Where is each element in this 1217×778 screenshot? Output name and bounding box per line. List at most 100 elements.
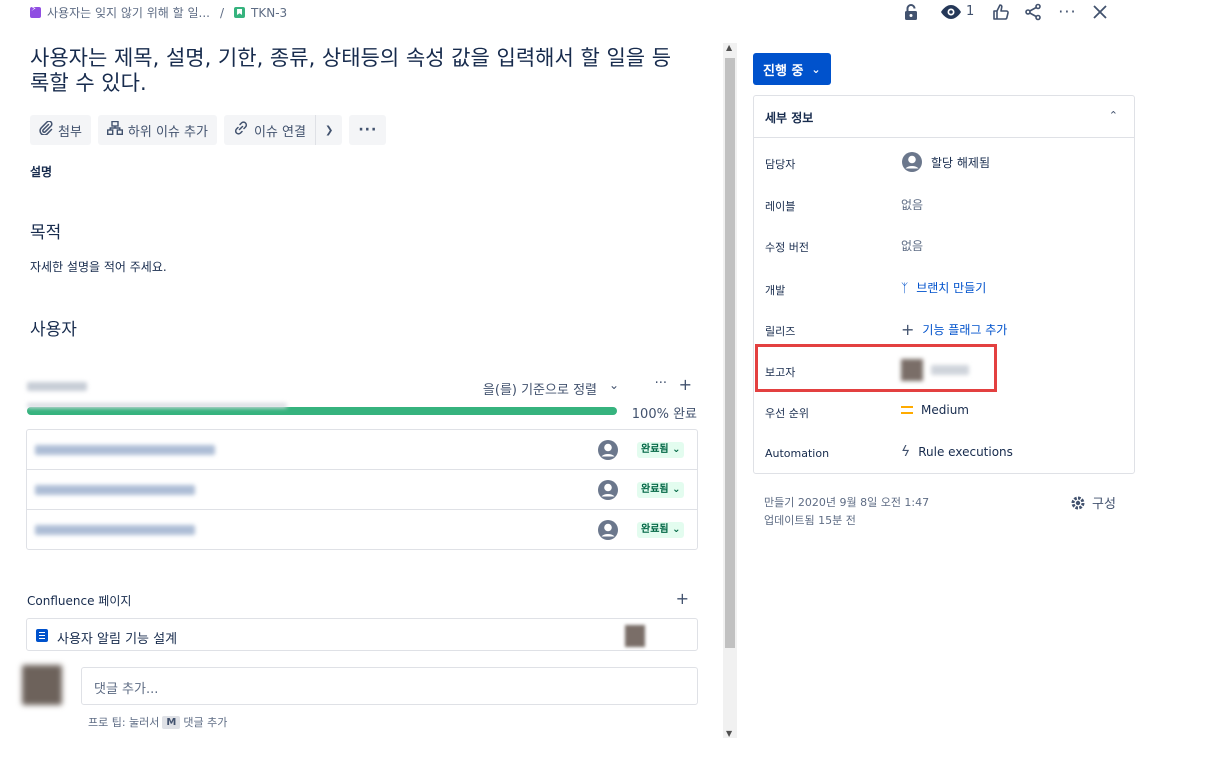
- progress-label: 100% 완료: [631, 407, 697, 422]
- comment-protip: 프로 팁: 눌러서 M 댓글 추가: [88, 714, 227, 730]
- add-feature-flag-text: 기능 플래그 추가: [922, 323, 1008, 337]
- issue-meta: 만들기 2020년 9월 8일 오전 1:47 업데이트됨 15분 전: [764, 494, 929, 530]
- add-confluence-plus-icon[interactable]: +: [676, 589, 689, 608]
- watch-button[interactable]: 1: [940, 4, 974, 20]
- eye-icon: [940, 4, 962, 20]
- link-issue-button[interactable]: 이슈 연결: [223, 115, 315, 145]
- progress-track: [27, 407, 617, 415]
- share-icon[interactable]: [1024, 3, 1042, 21]
- breadcrumb: 사용자는 잊지 않기 위해 할 일... / TKN-3: [30, 4, 287, 21]
- scrollbar-thumb[interactable]: [725, 58, 735, 648]
- assignee-value[interactable]: 할당 해제됨: [901, 151, 990, 173]
- plus-icon: +: [901, 320, 915, 339]
- description-heading-user: 사용자: [30, 320, 77, 340]
- rule-executions-text: Rule executions: [918, 445, 1013, 459]
- development-label: 개발: [765, 284, 786, 297]
- status-badge[interactable]: 완료됨 ⌄: [637, 522, 685, 538]
- status-badge[interactable]: 완료됨 ⌄: [637, 482, 685, 498]
- chevron-up-icon[interactable]: ⌃: [1109, 109, 1118, 122]
- priority-label: 우선 순위: [765, 407, 809, 420]
- priority-text: Medium: [921, 403, 969, 417]
- link-issue-split-button: 이슈 연결 ❯: [223, 115, 343, 145]
- chevron-down-icon: ❯: [324, 124, 334, 136]
- lock-icon[interactable]: [900, 3, 922, 20]
- more-icon: ···: [358, 122, 378, 138]
- watch-count: 1: [966, 4, 975, 19]
- status-badge[interactable]: 완료됨 ⌄: [637, 442, 685, 458]
- hierarchy-icon: [106, 120, 123, 139]
- story-icon: [234, 7, 246, 18]
- status-transition-button[interactable]: 진행 중 ⌄: [753, 53, 831, 85]
- close-icon[interactable]: [1092, 4, 1107, 19]
- rule-executions-link[interactable]: ϟ Rule executions: [901, 444, 1013, 460]
- thumbs-up-icon[interactable]: [992, 3, 1010, 21]
- epic-icon: [30, 4, 41, 18]
- configure-button[interactable]: 구성: [1070, 493, 1116, 512]
- add-child-plus-icon[interactable]: +: [679, 375, 692, 394]
- description-text[interactable]: 자세한 설명을 적어 주세요.: [30, 258, 167, 275]
- breadcrumb-issue-key[interactable]: TKN-3: [251, 6, 287, 20]
- avatar: [625, 625, 645, 647]
- priority-value[interactable]: Medium: [901, 403, 969, 417]
- add-child-issue-button[interactable]: 하위 이슈 추가: [97, 115, 217, 145]
- branch-icon: ᛉ: [901, 280, 909, 295]
- main-scrollbar[interactable]: ▲ ▼: [723, 43, 737, 738]
- protip-suffix: 댓글 추가: [183, 716, 228, 729]
- child-issue-row[interactable]: 완료됨 ⌄: [27, 510, 697, 550]
- labels-label: 레이블: [765, 200, 796, 213]
- created-date: 만들기 2020년 9월 8일 오전 1:47: [764, 496, 930, 509]
- confluence-heading: Confluence 페이지: [27, 594, 132, 608]
- details-title: 세부 정보: [765, 111, 814, 125]
- gear-icon: [1071, 496, 1085, 509]
- updated-date: 업데이트됨 15분 전: [764, 514, 856, 527]
- release-label: 릴리즈: [765, 325, 796, 338]
- comment-input[interactable]: 댓글 추가...: [81, 667, 698, 705]
- child-issue-row[interactable]: 완료됨 ⌄: [27, 430, 697, 470]
- avatar: [22, 665, 62, 705]
- confluence-section-header: Confluence 페이지 +: [27, 589, 697, 609]
- scroll-up-arrow[interactable]: ▲: [726, 43, 732, 52]
- paperclip-icon: [39, 120, 53, 139]
- create-branch-link[interactable]: ᛉ 브랜치 만들기: [901, 279, 986, 296]
- child-issues-more-icon[interactable]: ···: [655, 376, 667, 391]
- user-avatar-icon: [598, 480, 618, 500]
- confluence-page-icon: [36, 629, 48, 642]
- breadcrumb-separator: /: [220, 5, 225, 20]
- details-header[interactable]: 세부 정보 ⌃: [754, 96, 1134, 138]
- user-avatar-icon: [598, 520, 618, 540]
- more-actions-button[interactable]: ···: [349, 115, 387, 145]
- issue-toolbar: 1 ···: [900, 2, 1107, 21]
- child-issue-row[interactable]: 완료됨 ⌄: [27, 470, 697, 510]
- more-icon[interactable]: ···: [1058, 2, 1076, 21]
- labels-value[interactable]: 없음: [901, 196, 923, 213]
- chevron-down-icon: ⌄: [811, 62, 821, 76]
- sort-dropdown[interactable]: ⌄: [609, 378, 619, 392]
- reporter-highlight-box: [755, 344, 997, 392]
- priority-medium-icon: [901, 406, 913, 414]
- add-feature-flag-link[interactable]: + 기능 플래그 추가: [901, 320, 1007, 339]
- scroll-down-arrow[interactable]: ▼: [726, 729, 732, 738]
- automation-label: Automation: [765, 447, 830, 460]
- user-avatar-icon: [598, 440, 618, 460]
- status-label: 진행 중: [763, 63, 804, 79]
- link-issue-label: 이슈 연결: [253, 124, 306, 140]
- assignee-text: 할당 해제됨: [931, 155, 991, 170]
- fix-version-value[interactable]: 없음: [901, 237, 923, 254]
- confluence-page-title[interactable]: 사용자 알림 기능 설계: [57, 628, 177, 647]
- assignee-label: 담당자: [765, 158, 796, 171]
- issue-title[interactable]: 사용자는 제목, 설명, 기한, 종류, 상태등의 속성 값을 입력해서 할 일…: [30, 46, 690, 96]
- child-issue-summary-redacted[interactable]: [35, 525, 195, 535]
- confluence-page-item[interactable]: 사용자 알림 기능 설계: [26, 618, 698, 651]
- attach-button[interactable]: 첨부: [30, 115, 91, 145]
- description-heading-purpose: 목적: [30, 223, 62, 243]
- issue-actions: 첨부 하위 이슈 추가 이슈 연결 ❯ ···: [30, 115, 387, 145]
- child-issue-list: 완료됨 ⌄ 완료됨 ⌄ 완료됨 ⌄: [26, 429, 698, 550]
- protip-key: M: [162, 715, 181, 729]
- child-issue-summary-redacted[interactable]: [35, 485, 195, 495]
- child-issues-title-redacted: [27, 382, 87, 391]
- child-issue-summary-redacted[interactable]: [35, 445, 215, 455]
- progress-overlay-redacted: [27, 403, 287, 408]
- link-issue-dropdown[interactable]: ❯: [314, 115, 343, 145]
- details-panel: 세부 정보 ⌃ 담당자 할당 해제됨 레이블 없음 수정 버전 없음 개발 ᛉ …: [753, 95, 1135, 474]
- breadcrumb-epic-link[interactable]: 사용자는 잊지 않기 위해 할 일...: [47, 4, 210, 21]
